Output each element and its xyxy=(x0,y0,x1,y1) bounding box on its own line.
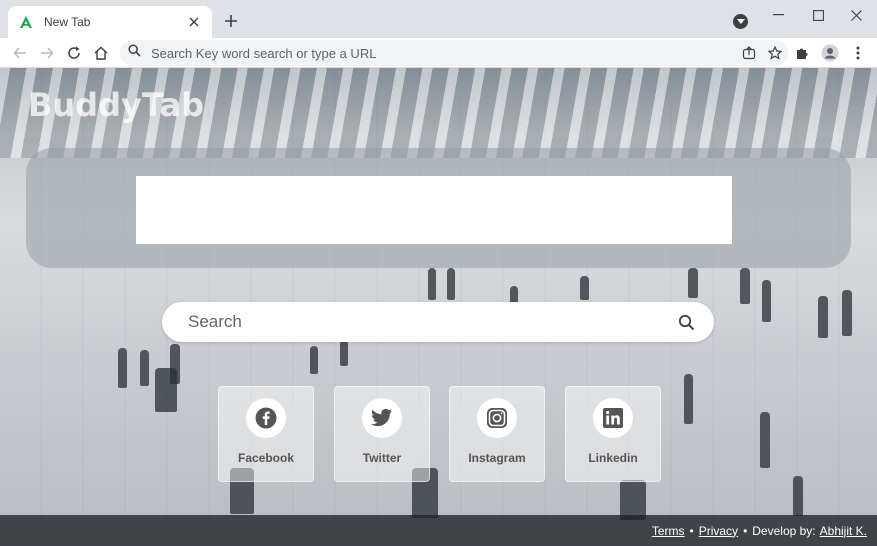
background-figure xyxy=(580,276,589,300)
home-button[interactable] xyxy=(89,41,113,65)
kebab-menu-icon xyxy=(856,46,860,60)
background-figure xyxy=(688,268,698,298)
browser-toolbar: Search Key word search or type a URL xyxy=(0,38,877,68)
forward-button[interactable] xyxy=(35,41,59,65)
share-button[interactable] xyxy=(736,40,762,66)
reload-icon xyxy=(68,46,80,59)
instagram-tile[interactable]: Instagram xyxy=(449,386,545,482)
background-figure xyxy=(340,340,348,366)
twitter-tile[interactable]: Twitter xyxy=(334,386,430,482)
facebook-icon xyxy=(246,398,286,438)
tab-strip: New Tab xyxy=(0,0,877,38)
share-icon xyxy=(742,46,756,60)
puzzle-icon xyxy=(796,48,807,59)
background-figure xyxy=(310,346,318,374)
background-figure xyxy=(118,348,127,388)
search-bar[interactable] xyxy=(162,302,714,342)
avatar-icon xyxy=(821,44,839,62)
new-tab-button[interactable] xyxy=(220,10,242,32)
buddytab-favicon-icon xyxy=(18,14,34,30)
profile-button[interactable] xyxy=(818,41,842,65)
brand-logo: BuddyTab xyxy=(28,86,205,124)
background-figure xyxy=(762,280,771,322)
search-icon xyxy=(128,44,141,62)
background-figure xyxy=(447,268,455,300)
background-figure xyxy=(428,268,436,300)
instagram-label: Instagram xyxy=(468,451,526,465)
background-figure xyxy=(140,350,149,386)
background-figure xyxy=(620,480,646,520)
developer-link[interactable]: Abhijit K. xyxy=(820,524,867,538)
background-figure xyxy=(684,374,693,424)
new-tab-page: BuddyTab Facebook Twitter Instagram Link… xyxy=(0,68,877,546)
linkedin-icon xyxy=(593,398,633,438)
minimize-button[interactable] xyxy=(767,6,789,24)
plus-icon xyxy=(225,15,237,27)
background-figure xyxy=(818,296,828,338)
blank-content-box xyxy=(136,176,732,244)
search-input[interactable] xyxy=(188,312,676,332)
home-icon xyxy=(94,46,108,60)
reload-button[interactable] xyxy=(62,41,86,65)
close-icon[interactable] xyxy=(186,14,202,30)
background-figure xyxy=(842,290,852,336)
bookmark-button[interactable] xyxy=(762,40,788,66)
close-window-button[interactable] xyxy=(845,6,867,24)
footer-separator: • xyxy=(743,523,748,538)
arrow-left-icon xyxy=(13,47,26,59)
address-bar[interactable]: Search Key word search or type a URL xyxy=(120,40,788,66)
footer: Terms • Privacy • Develop by: Abhijit K. xyxy=(0,515,877,546)
twitter-label: Twitter xyxy=(362,451,402,465)
extensions-button[interactable] xyxy=(790,41,814,65)
terms-link[interactable]: Terms xyxy=(652,524,685,538)
tab-title: New Tab xyxy=(44,15,91,29)
maximize-icon xyxy=(812,9,824,21)
facebook-tile[interactable]: Facebook xyxy=(218,386,314,482)
chevron-down-icon xyxy=(736,18,745,24)
background-figure xyxy=(170,344,180,384)
facebook-label: Facebook xyxy=(237,451,294,465)
star-icon xyxy=(768,46,782,60)
address-placeholder: Search Key word search or type a URL xyxy=(151,45,377,61)
tab-new-tab[interactable]: New Tab xyxy=(8,6,212,38)
background-figure xyxy=(793,476,803,516)
background-figure xyxy=(740,268,750,304)
privacy-link[interactable]: Privacy xyxy=(699,524,738,538)
tab-search-button[interactable] xyxy=(733,14,748,29)
linkedin-label: Linkedin xyxy=(588,451,638,465)
instagram-icon xyxy=(477,398,517,438)
twitter-icon xyxy=(362,398,402,438)
search-icon[interactable] xyxy=(676,312,696,332)
background-figure xyxy=(760,412,770,468)
footer-separator: • xyxy=(689,523,694,538)
menu-button[interactable] xyxy=(846,41,870,65)
back-button[interactable] xyxy=(8,41,32,65)
linkedin-tile[interactable]: Linkedin xyxy=(565,386,661,482)
close-icon xyxy=(850,9,862,21)
minimize-icon xyxy=(772,14,784,16)
develop-prefix: Develop by: xyxy=(752,523,816,538)
arrow-right-icon xyxy=(41,47,54,59)
maximize-button[interactable] xyxy=(807,6,829,24)
